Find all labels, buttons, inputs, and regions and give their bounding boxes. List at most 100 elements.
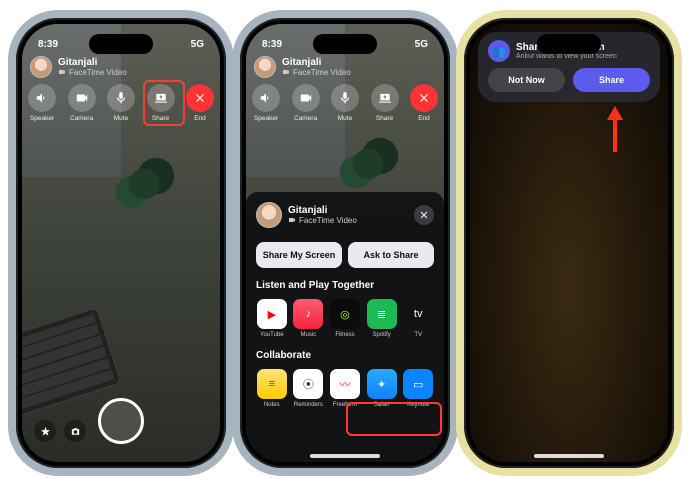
recipient-screen: 👥 Share Your Screen Ankur wants to view … (470, 24, 668, 462)
phone-step-3: 👥 Share Your Screen Ankur wants to view … (464, 18, 674, 468)
contact-avatar (254, 56, 276, 78)
home-indicator[interactable] (534, 454, 604, 458)
camera-label: Camera (294, 115, 317, 122)
phone-step-2: 8:39 5G Gitanjali FaceTime Video Speaker… (240, 18, 450, 468)
speaker-label: Speaker (30, 115, 54, 122)
app-icon: ▭ (403, 369, 433, 399)
camera-icon (75, 91, 89, 105)
listen-apps-row: ▶YouTube♪ Music ◎Fitness≣SpotifytvTV (256, 299, 434, 338)
end-call-button[interactable] (410, 84, 438, 112)
share-sheet-screen: 8:39 5G Gitanjali FaceTime Video Speaker… (246, 24, 444, 462)
star-icon (40, 426, 51, 437)
share-accept-button[interactable]: Share (573, 68, 650, 92)
app-reminders[interactable]: ⦿Reminders (293, 369, 325, 408)
share-button[interactable] (371, 84, 399, 112)
camera-icon (299, 91, 313, 105)
contact-name: Gitanjali (58, 58, 127, 68)
call-controls: Speaker Camera Mute Share End (252, 84, 438, 122)
contact-name: Gitanjali (282, 58, 351, 68)
share-my-screen-button[interactable]: Share My Screen (256, 242, 342, 268)
speaker-button[interactable] (28, 84, 56, 112)
end-label: End (418, 115, 430, 122)
shutter-button[interactable] (98, 398, 144, 444)
camera-label: Camera (70, 115, 93, 122)
mic-icon (114, 91, 128, 105)
bottom-left-controls (34, 420, 86, 442)
mute-label: Mute (114, 115, 128, 122)
camera-button[interactable] (68, 84, 96, 112)
app-label: Music (301, 332, 317, 338)
collab-apps-row: ≡ Notes ⦿Reminders〰 Freeform ✦Safari▭ Keynote (256, 369, 434, 408)
share-label: Share (376, 115, 393, 122)
share-screen-icon (378, 91, 392, 105)
app-youtube[interactable]: ▶YouTube (256, 299, 288, 338)
call-subtitle: FaceTime Video (58, 68, 127, 77)
shareplay-sheet: Gitanjali FaceTime Video ✕ Share My Scre… (246, 192, 444, 462)
app-tv[interactable]: tvTV (402, 299, 434, 338)
video-icon (58, 68, 66, 76)
banner-subtitle: Ankur wants to view your screen (516, 53, 617, 60)
effects-button[interactable] (34, 420, 56, 442)
app-icon: ✦ (367, 369, 397, 399)
camera-button[interactable] (292, 84, 320, 112)
mute-button[interactable] (331, 84, 359, 112)
speaker-button[interactable] (252, 84, 280, 112)
dynamic-island (313, 34, 377, 54)
not-now-button[interactable]: Not Now (488, 68, 565, 92)
camera-photo-icon (70, 426, 81, 437)
sheet-close-button[interactable]: ✕ (414, 205, 434, 225)
app-icon: ♪ (293, 299, 323, 329)
app-label: Freeform (333, 402, 357, 408)
app-spotify[interactable]: ≣Spotify (366, 299, 398, 338)
close-icon (417, 91, 431, 105)
listen-section-title: Listen and Play Together (256, 280, 434, 291)
status-network: 5G (191, 39, 204, 50)
annotation-arrow (605, 106, 625, 157)
app-freeform[interactable]: 〰 Freeform (329, 369, 361, 408)
ask-to-share-button[interactable]: Ask to Share (348, 242, 434, 268)
speaker-icon (259, 91, 273, 105)
contact-avatar (30, 56, 52, 78)
background-keyboard (22, 307, 122, 417)
share-label: Share (152, 115, 169, 122)
call-controls: Speaker Camera Mute Share End (28, 84, 214, 122)
app-icon: tv (403, 299, 433, 329)
facetime-call-screen: 8:39 5G Gitanjali FaceTime Video Speaker… (22, 24, 220, 462)
background-leaves (114, 144, 174, 224)
call-header[interactable]: Gitanjali FaceTime Video (254, 56, 436, 78)
sheet-contact-name: Gitanjali (288, 206, 357, 216)
app-safari[interactable]: ✦Safari (366, 369, 398, 408)
app-icon: 〰 (330, 369, 360, 399)
call-subtitle: FaceTime Video (282, 68, 351, 77)
sheet-subtitle: FaceTime Video (288, 216, 357, 225)
mute-label: Mute (338, 115, 352, 122)
share-screen-icon (154, 91, 168, 105)
photo-button[interactable] (64, 420, 86, 442)
dynamic-island (537, 34, 601, 54)
app-label: Notes (264, 402, 280, 408)
video-icon (288, 216, 296, 224)
app-music[interactable]: ♪ Music (293, 299, 325, 338)
app-notes[interactable]: ≡ Notes (256, 369, 288, 408)
app-label: Spotify (372, 332, 390, 338)
phone-step-1: 8:39 5G Gitanjali FaceTime Video Speaker… (16, 18, 226, 468)
app-icon: ≡ (257, 369, 287, 399)
app-fitness[interactable]: ◎Fitness (329, 299, 361, 338)
status-time: 8:39 (262, 39, 282, 50)
close-icon (193, 91, 207, 105)
app-icon: ⦿ (293, 369, 323, 399)
mute-button[interactable] (107, 84, 135, 112)
status-network: 5G (415, 39, 428, 50)
sheet-avatar (256, 202, 282, 228)
app-keynote[interactable]: ▭ Keynote (402, 369, 434, 408)
collab-section-title: Collaborate (256, 350, 434, 361)
dynamic-island (89, 34, 153, 54)
app-label: Keynote (407, 402, 429, 408)
call-header[interactable]: Gitanjali FaceTime Video (30, 56, 212, 78)
end-call-button[interactable] (186, 84, 214, 112)
home-indicator[interactable] (310, 454, 380, 458)
video-icon (282, 68, 290, 76)
app-label: Fitness (335, 332, 354, 338)
app-label: YouTube (260, 332, 284, 338)
share-button[interactable] (147, 84, 175, 112)
